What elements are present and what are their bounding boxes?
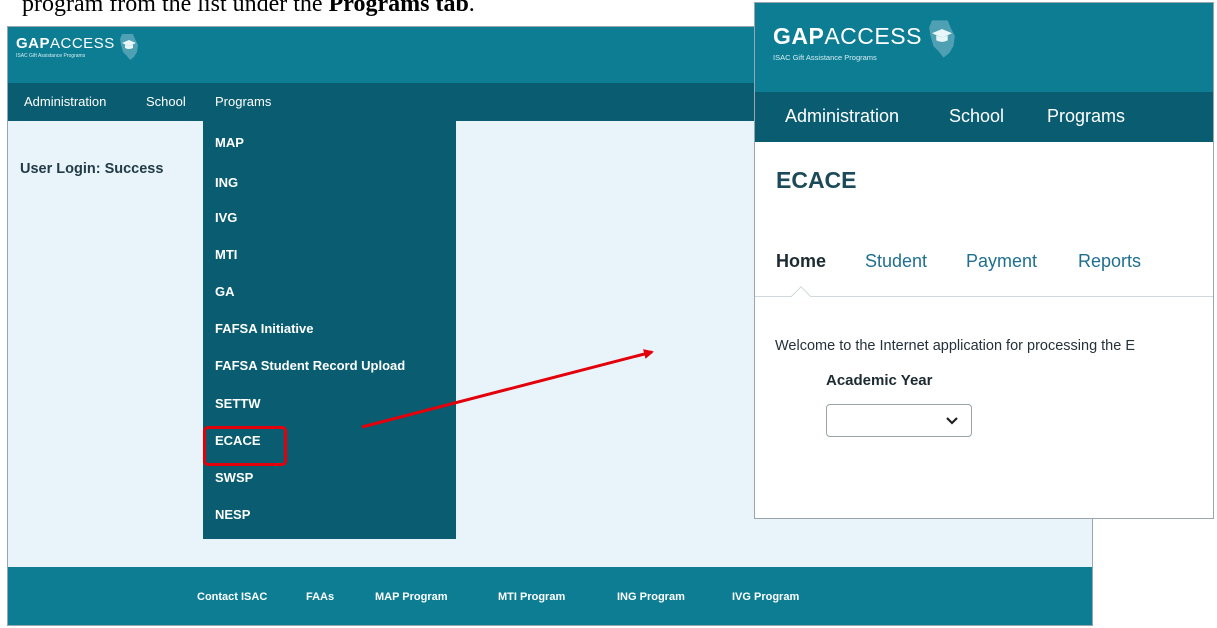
caption-bold-text: Programs tab — [328, 0, 469, 17]
nav-administration[interactable]: Administration — [785, 86, 899, 146]
nav-programs[interactable]: Programs — [1047, 86, 1125, 146]
menu-item-ga[interactable]: GA — [215, 284, 235, 299]
logo-tagline: ISAC Gift Assistance Programs — [16, 53, 86, 59]
nav-school[interactable]: School — [949, 86, 1004, 146]
programs-menu: MAP ING IVG MTI GA FAFSA Initiative FAFS… — [203, 121, 456, 539]
page-title: ECACE — [776, 167, 857, 193]
welcome-text: Welcome to the Internet application for … — [775, 338, 1136, 354]
menu-item-swsp[interactable]: SWSP — [215, 470, 253, 485]
main-nav: Administration School Programs — [755, 92, 1213, 142]
menu-item-settw[interactable]: SETTW — [215, 396, 261, 411]
logo-wordmark: GAPACCESS — [773, 23, 922, 49]
caption-period: . — [468, 0, 475, 17]
gap-access-logo[interactable]: GAPACCESS ISAC Gift Assistance Programs — [773, 20, 958, 62]
tab-divider — [755, 296, 1213, 297]
academic-year-label: Academic Year — [826, 372, 933, 389]
footer-link-ing-program[interactable]: ING Program — [617, 567, 685, 625]
footer-bar: Contact ISAC FAAs MAP Program MTI Progra… — [8, 567, 1092, 625]
menu-item-ing[interactable]: ING — [215, 175, 238, 190]
menu-item-mti[interactable]: MTI — [215, 247, 237, 262]
program-tabs: Home Student Payment Reports — [755, 251, 1213, 297]
logo-tagline: ISAC Gift Assistance Programs — [773, 53, 877, 62]
menu-item-nesp[interactable]: NESP — [215, 507, 250, 522]
footer-link-contact-isac[interactable]: Contact ISAC — [197, 567, 267, 625]
nav-programs[interactable]: Programs — [215, 83, 271, 121]
tab-student[interactable]: Student — [865, 251, 927, 272]
tab-reports[interactable]: Reports — [1078, 251, 1141, 272]
gap-access-logo[interactable]: GAPACCESS ISAC Gift Assistance Programs — [16, 34, 140, 61]
right-screenshot: GAPACCESS ISAC Gift Assistance Programs … — [754, 2, 1214, 519]
nav-administration[interactable]: Administration — [24, 83, 106, 121]
instruction-caption: program from the list under the Programs… — [22, 0, 475, 18]
nav-school[interactable]: School — [146, 83, 186, 121]
state-outline-graduation-cap-icon — [119, 34, 138, 60]
footer-link-faas[interactable]: FAAs — [306, 567, 334, 625]
chevron-down-icon — [946, 417, 958, 425]
ecace-highlight-box — [203, 426, 287, 466]
caption-text: program from the list under the — [22, 0, 329, 17]
tab-payment[interactable]: Payment — [966, 251, 1037, 272]
logo-wordmark: GAPACCESS — [16, 35, 115, 52]
academic-year-select[interactable] — [826, 404, 972, 437]
login-status: User Login: Success — [20, 161, 164, 177]
state-outline-graduation-cap-icon — [929, 20, 955, 58]
menu-item-fafsa-student-record-upload[interactable]: FAFSA Student Record Upload — [215, 358, 405, 373]
header-bar: GAPACCESS ISAC Gift Assistance Programs — [755, 3, 1213, 92]
footer-link-map-program[interactable]: MAP Program — [375, 567, 448, 625]
tab-home[interactable]: Home — [776, 251, 826, 272]
menu-item-map[interactable]: MAP — [215, 135, 244, 150]
menu-item-ivg[interactable]: IVG — [215, 210, 237, 225]
menu-item-fafsa-initiative[interactable]: FAFSA Initiative — [215, 321, 313, 336]
footer-link-ivg-program[interactable]: IVG Program — [732, 567, 799, 625]
footer-link-mti-program[interactable]: MTI Program — [498, 567, 565, 625]
